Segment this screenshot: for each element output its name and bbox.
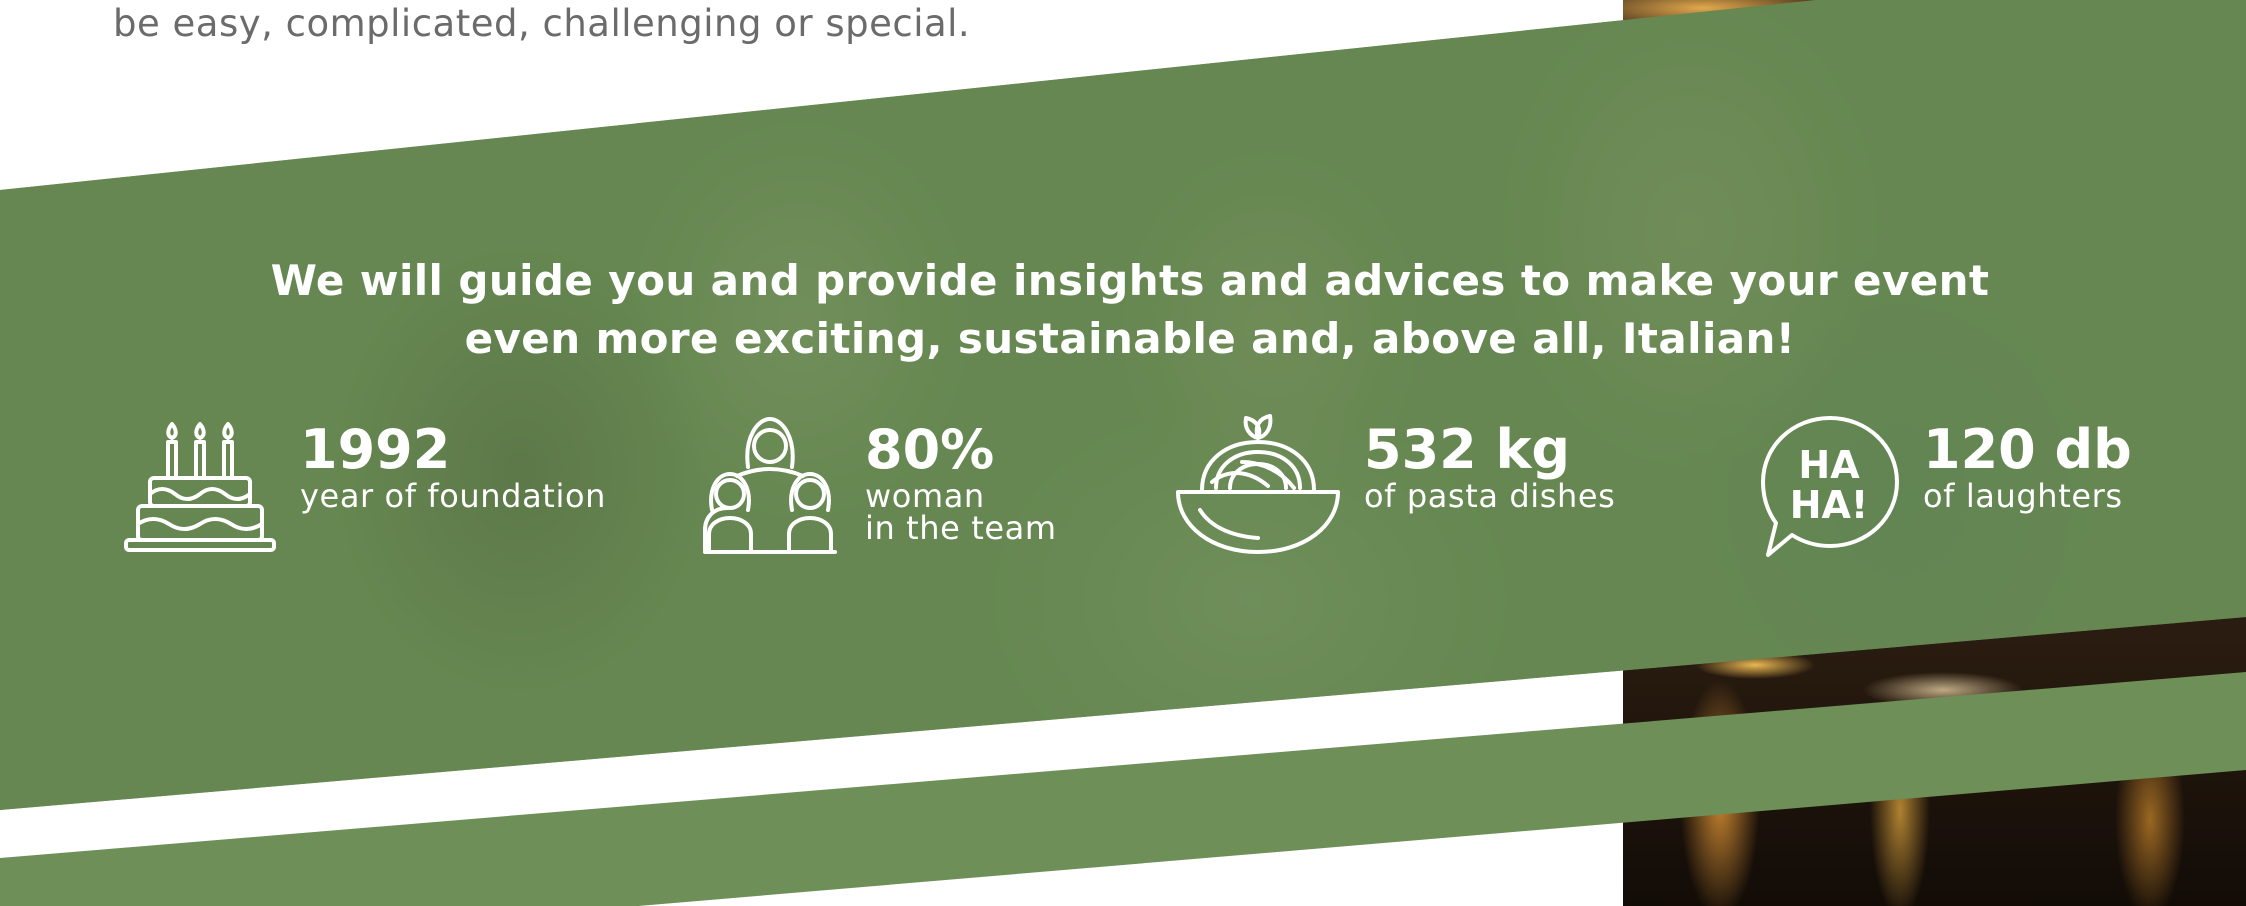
stat-laughters: HA HA! 120 db of laughters	[1757, 412, 2132, 566]
stat-women-team: 80% woman in the team	[695, 412, 1057, 566]
bubble-text-line-2: HA!	[1790, 483, 1869, 527]
stat-label: of pasta dishes	[1364, 477, 1616, 515]
haha-speech-bubble-icon: HA HA!	[1757, 412, 1903, 566]
intro-text: be easy, complicated, challenging or spe…	[113, 2, 971, 45]
headline-line-2: even more exciting, sustainable and, abo…	[464, 314, 1796, 363]
stat-label: year of foundation	[300, 477, 607, 515]
stat-value: 1992	[300, 418, 451, 481]
headline-line-1: We will guide you and provide insights a…	[270, 256, 1990, 305]
stat-label: woman in the team	[865, 477, 1057, 547]
page: be easy, complicated, challenging or spe…	[0, 0, 2246, 906]
headline: We will guide you and provide insights a…	[230, 252, 2030, 368]
pasta-bowl-icon	[1172, 412, 1344, 566]
stat-label: of laughters	[1923, 477, 2123, 515]
stat-foundation: 1992 year of foundation	[120, 412, 606, 566]
women-team-icon	[695, 412, 845, 566]
stat-pasta: 532 kg of pasta dishes	[1172, 412, 1615, 566]
bubble-text-line-1: HA	[1798, 443, 1860, 487]
stat-value: 532 kg	[1364, 418, 1571, 481]
stat-value: 80%	[865, 418, 995, 481]
stat-value: 120 db	[1923, 418, 2132, 481]
birthday-cake-icon	[120, 412, 280, 566]
